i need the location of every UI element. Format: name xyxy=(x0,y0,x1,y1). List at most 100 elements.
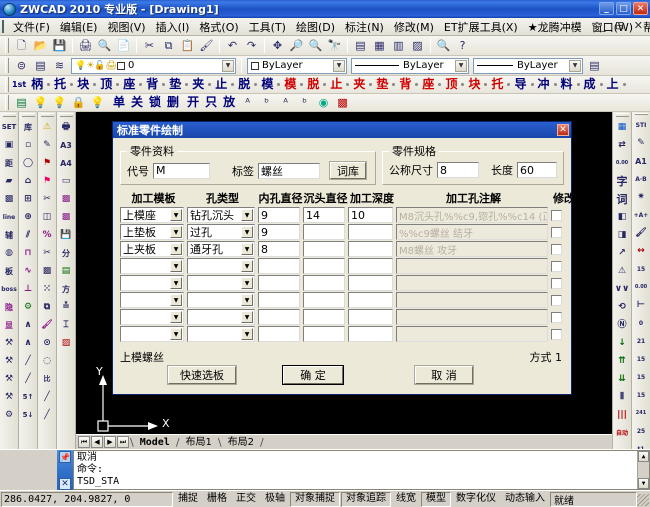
brush2-icon[interactable]: 🖌 xyxy=(633,225,650,242)
row6-holetype-select[interactable]: ▼ xyxy=(187,309,255,325)
row7-note-input[interactable] xyxy=(396,326,548,342)
a3-icon[interactable]: A3 xyxy=(58,137,75,154)
close-button[interactable]: ✕ xyxy=(633,2,648,15)
tool-icon[interactable]: ⊥ xyxy=(20,281,37,298)
zoom-icon[interactable]: 🔍 xyxy=(435,37,452,54)
circle-n-icon[interactable]: Ⓝ xyxy=(614,317,631,334)
comb-icon[interactable]: ⫴ xyxy=(614,389,631,406)
new-icon[interactable]: 🗋 xyxy=(13,37,30,54)
part-button-ding[interactable]: 顶 xyxy=(98,76,114,93)
part-button-tuo[interactable]: 托 xyxy=(52,76,68,93)
length-input[interactable]: 60 xyxy=(517,162,557,178)
up-icon[interactable]: ⇈ xyxy=(614,353,631,370)
scroll-up-button[interactable]: ▲ xyxy=(638,451,649,462)
part-button-kuai[interactable]: 块 xyxy=(75,76,91,93)
text-style-icon[interactable]: ᴬ xyxy=(239,94,256,111)
chevron-down-icon[interactable]: ▼ xyxy=(333,60,345,72)
chevron-down-icon[interactable]: ▼ xyxy=(170,260,182,272)
text-edit-icon[interactable]: ᴬ xyxy=(277,94,294,111)
nominal-size-input[interactable]: 8 xyxy=(437,162,479,178)
dim-25-icon[interactable]: 25 xyxy=(633,423,650,440)
part-button-cheng[interactable]: 成 xyxy=(582,76,598,93)
slash3-icon[interactable]: ╱ xyxy=(39,389,56,406)
mesh-icon[interactable]: ▩ xyxy=(1,191,18,208)
chevron-down-icon[interactable]: ▼ xyxy=(455,60,467,72)
dim-241-icon[interactable]: 241 xyxy=(633,405,650,422)
note-icon[interactable]: ◫ xyxy=(39,209,56,226)
status-tablet[interactable]: 数字化仪 xyxy=(452,492,500,507)
part-button-tuo2[interactable]: 脱 xyxy=(236,76,252,93)
print-icon[interactable]: 🖨 xyxy=(77,37,94,54)
row1-note-input[interactable]: %%c9螺丝 结牙 xyxy=(396,224,548,240)
row7-holetype-select[interactable]: ▼ xyxy=(187,326,255,342)
dim-icon[interactable]: ↔ xyxy=(633,243,650,260)
tab-model[interactable]: Model xyxy=(134,436,176,449)
window-icon[interactable]: ▭ xyxy=(58,173,75,190)
part-button-tuo-red[interactable]: 脱 xyxy=(305,76,321,93)
dots-icon[interactable]: ⁙ xyxy=(39,281,56,298)
part-button-mo-red[interactable]: 模 xyxy=(282,76,298,93)
blocks-icon[interactable]: ▨ xyxy=(409,37,426,54)
warn2-icon[interactable]: ⚠ xyxy=(614,263,631,280)
a4-icon[interactable]: A4 xyxy=(58,155,75,172)
save-icon[interactable]: 💾 xyxy=(51,37,68,54)
status-dyn-input[interactable]: 动态输入 xyxy=(501,492,549,507)
zoom-window-icon[interactable]: 🔍 xyxy=(307,37,324,54)
row0-template-select[interactable]: 上模座▼ xyxy=(120,207,184,223)
mid-icon[interactable]: ▤ xyxy=(58,263,75,280)
plate-icon[interactable]: ◍ xyxy=(1,245,18,262)
chevron-down-icon[interactable]: ▼ xyxy=(241,260,253,272)
plot-preview-icon[interactable]: 🔍 xyxy=(96,37,113,54)
menu-item-file[interactable]: 文件(F) xyxy=(8,18,55,36)
flag-pink-icon[interactable]: ⚑ xyxy=(39,173,56,190)
row2-modify-checkbox[interactable] xyxy=(551,244,562,255)
corner-icon[interactable]: 距 xyxy=(1,155,18,172)
down2-icon[interactable]: ⇊ xyxy=(614,371,631,388)
arrow-merge-icon[interactable]: ⇄ xyxy=(614,137,631,154)
arrow-icon[interactable]: ∧ xyxy=(20,335,37,352)
chevron-down-icon[interactable]: ▼ xyxy=(241,243,253,255)
ab-icon[interactable]: A·B xyxy=(633,171,650,188)
toolbar-grip[interactable] xyxy=(22,113,35,117)
cut-icon[interactable]: ✂ xyxy=(141,37,158,54)
row2-counter-dia-input[interactable] xyxy=(303,241,345,257)
layer-combo[interactable]: 💡 ☀ 🔓 🖨 0 ▼ xyxy=(71,58,236,74)
menu-item-edit[interactable]: 编辑(E) xyxy=(55,18,103,36)
row6-note-input[interactable] xyxy=(396,309,548,325)
print-icon[interactable]: 🖶 xyxy=(58,119,75,136)
chevron-down-icon[interactable]: ▼ xyxy=(170,328,182,340)
dim-style-icon[interactable]: ᵇ xyxy=(258,94,275,111)
chevron-down-icon[interactable]: ▼ xyxy=(170,277,182,289)
blocks3-icon[interactable]: ▩ xyxy=(58,209,75,226)
split-icon[interactable]: 分 xyxy=(58,245,75,262)
toolbar-grip[interactable] xyxy=(41,113,54,117)
dim-15b-icon[interactable]: 15 xyxy=(633,369,650,386)
scroll-down-button[interactable]: ▼ xyxy=(638,478,649,489)
rect-icon[interactable]: ▫ xyxy=(20,137,37,154)
row3-note-input[interactable] xyxy=(396,258,548,274)
properties-icon[interactable]: ▤ xyxy=(352,37,369,54)
pencil2-icon[interactable]: ✎ xyxy=(633,135,650,152)
warning-icon[interactable]: ⚠ xyxy=(39,119,56,136)
gear-icon[interactable]: ⚙ xyxy=(20,299,37,316)
num-icon[interactable]: 0.00 xyxy=(633,279,650,296)
copy-icon[interactable]: ⧉ xyxy=(39,299,56,316)
chevron-down-icon[interactable]: ▼ xyxy=(241,328,253,340)
code-input[interactable]: M xyxy=(153,163,210,179)
curve-icon[interactable]: ∿ xyxy=(20,263,37,280)
color-icon[interactable]: ◉ xyxy=(315,94,332,111)
toolbar-grip[interactable] xyxy=(5,38,9,53)
row2-note-input[interactable]: M8螺丝 攻牙 xyxy=(396,241,548,257)
dim-edit-icon[interactable]: ᵇ xyxy=(296,94,313,111)
frame-icon[interactable]: ▣ xyxy=(1,137,18,154)
slash4-icon[interactable]: ╱ xyxy=(39,407,56,424)
document-window-controls[interactable]: _ ⊟ ✕ xyxy=(600,19,646,32)
layer-op-single[interactable]: 单 xyxy=(111,94,127,111)
paste-icon[interactable]: 📋 xyxy=(179,37,196,54)
redo-icon[interactable]: ↷ xyxy=(243,37,260,54)
row6-modify-checkbox[interactable] xyxy=(551,312,562,323)
chevron-down-icon[interactable]: ▼ xyxy=(170,209,182,221)
row4-note-input[interactable] xyxy=(396,275,548,291)
row4-counter-dia-input[interactable] xyxy=(303,275,345,291)
first-tab-button[interactable]: ⏮ xyxy=(78,436,90,448)
